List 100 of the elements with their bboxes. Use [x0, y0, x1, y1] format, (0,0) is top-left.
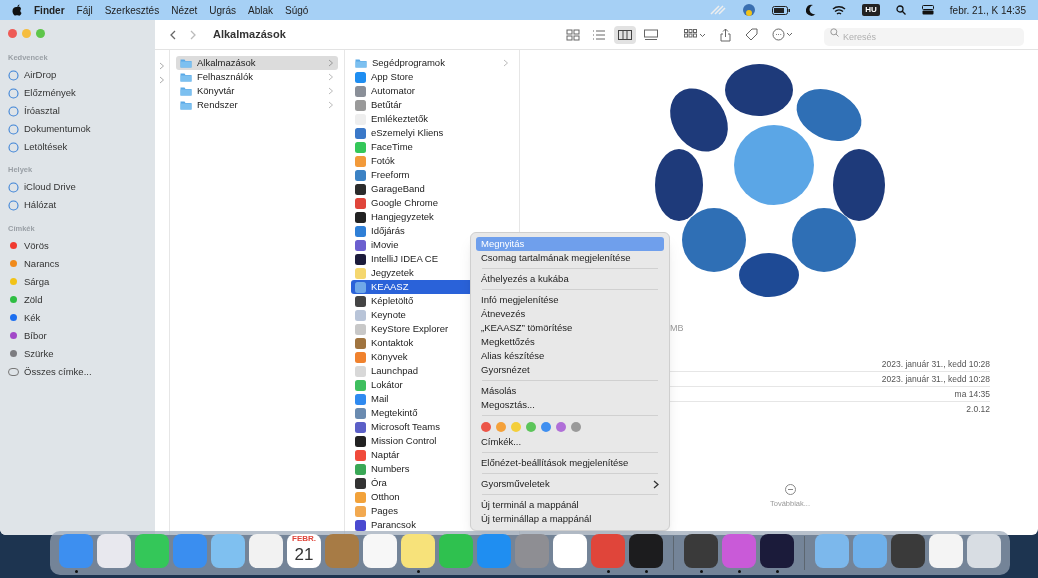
- battery-icon[interactable]: [772, 5, 791, 15]
- file-row[interactable]: Betűtár: [351, 98, 513, 112]
- tag-dot[interactable]: [571, 422, 581, 432]
- tag-dot[interactable]: [481, 422, 491, 432]
- menu-item[interactable]: Nézet: [171, 2, 198, 18]
- chevron-icon: [653, 479, 659, 489]
- sidebar-item[interactable]: Előzmények: [8, 84, 147, 103]
- calendar-icon[interactable]: FEBR. 21: [287, 533, 321, 568]
- app-icon[interactable]: [760, 533, 794, 568]
- info-value: ma 14:35: [954, 387, 990, 401]
- search-icon[interactable]: [895, 5, 906, 15]
- file-row[interactable]: Könyvtár: [176, 84, 338, 98]
- folder-icon: [180, 100, 192, 110]
- more-icon[interactable]: [784, 484, 796, 495]
- list-view-icon: [592, 28, 606, 41]
- apple-logo-icon[interactable]: [12, 4, 22, 16]
- file-row[interactable]: Google Chrome: [351, 196, 513, 210]
- file-row[interactable]: FaceTime: [351, 140, 513, 154]
- sidebar-item[interactable]: Sárga: [8, 272, 147, 291]
- sidebar-item[interactable]: Szürke: [8, 344, 147, 363]
- file-row[interactable]: Microsoft Teams: [351, 420, 513, 434]
- app-icon[interactable]: [629, 533, 663, 568]
- circle-icon: [8, 141, 19, 153]
- file-row[interactable]: App Store: [351, 70, 513, 84]
- menu-item[interactable]: Gyorsnézet: [476, 363, 664, 377]
- folder-icon: [355, 58, 367, 68]
- back-icon[interactable]: [169, 29, 176, 40]
- menu-item[interactable]: Megosztás...: [476, 398, 664, 412]
- column-view-button[interactable]: [614, 25, 636, 44]
- tag-dot[interactable]: [541, 422, 551, 432]
- info-value: 2.0.12: [966, 403, 990, 416]
- sidebar-item[interactable]: Vörös: [8, 236, 147, 255]
- menu-item[interactable]: Új terminál a mappánál: [476, 498, 664, 512]
- menu-item[interactable]: „KEAASZ” tömörítése: [476, 321, 664, 335]
- chevron-icon: [503, 59, 509, 67]
- sidebar-item[interactable]: Narancs: [8, 254, 147, 273]
- folder-icon: [180, 72, 192, 82]
- file-row[interactable]: Emlékeztetők: [351, 112, 513, 126]
- menu-item[interactable]: Csomag tartalmának megjelenítése: [476, 251, 664, 265]
- toggles-icon[interactable]: [921, 5, 934, 15]
- sidebar-item[interactable]: Összes címke...: [8, 362, 147, 381]
- sidebar-item[interactable]: Íróasztal: [8, 102, 147, 121]
- file-row[interactable]: Automator: [351, 84, 513, 98]
- sidebar-item[interactable]: Bíbor: [8, 326, 147, 345]
- sidebar-item[interactable]: AirDrop: [8, 66, 147, 85]
- menu-item[interactable]: Előnézet-beállítások megjelenítése: [476, 456, 664, 470]
- file-row[interactable]: Freeform: [351, 168, 513, 182]
- file-row[interactable]: Segédprogramok: [351, 56, 513, 70]
- tag-dot[interactable]: [511, 422, 521, 432]
- menu-item[interactable]: Új terminállap a mappánál: [476, 512, 664, 526]
- menu-item[interactable]: Ugrás: [209, 2, 236, 18]
- moon-icon[interactable]: [806, 4, 817, 16]
- sidebar-item[interactable]: Dokumentumok: [8, 120, 147, 139]
- folder-icon: [180, 86, 192, 96]
- gallery-view-icon: [644, 28, 658, 41]
- wifi-icon[interactable]: [832, 4, 847, 16]
- tag-dot[interactable]: [526, 422, 536, 432]
- file-row[interactable]: Rendszer: [176, 98, 338, 112]
- app-icon[interactable]: [891, 533, 925, 568]
- circle-icon: [8, 200, 19, 211]
- file-row[interactable]: Hangjegyzetek: [351, 210, 513, 224]
- menu-item[interactable]: Fájl: [76, 2, 93, 18]
- menu-item[interactable]: Gyorsműveletek: [476, 477, 664, 491]
- sidebar-item[interactable]: iCloud Drive: [8, 178, 147, 197]
- search-icon: [830, 27, 839, 37]
- menu-item[interactable]: Ablak: [247, 2, 273, 18]
- sidebar-item[interactable]: Zöld: [8, 290, 147, 309]
- menu-item[interactable]: Finder: [34, 2, 65, 18]
- tag-dot[interactable]: [556, 422, 566, 432]
- input-source-badge[interactable]: HU: [862, 4, 880, 16]
- sidebar-item[interactable]: Hálózat: [8, 196, 147, 215]
- menu-item[interactable]: Alias készítése: [476, 349, 664, 363]
- file-row[interactable]: eSzemelyi Kliens: [351, 126, 513, 140]
- group-icon[interactable]: [684, 28, 706, 41]
- forward-icon[interactable]: [190, 29, 197, 40]
- tag-icon[interactable]: [745, 28, 758, 41]
- file-row[interactable]: Fotók: [351, 154, 513, 168]
- circle-icon: [8, 123, 19, 135]
- menu-item[interactable]: Címkék...: [476, 435, 664, 449]
- menu-item[interactable]: Infó megjelenítése: [476, 293, 664, 307]
- menu-item[interactable]: Megkettőzés: [476, 335, 664, 349]
- menu-item[interactable]: Szerkesztés: [104, 2, 160, 18]
- sidebar-item[interactable]: Letöltések: [8, 138, 147, 157]
- menu-item[interactable]: Súgó: [285, 2, 309, 18]
- sidebar-item[interactable]: Kék: [8, 308, 147, 327]
- menu-item[interactable]: Átnevezés: [476, 307, 664, 321]
- menu-item[interactable]: Másolás: [476, 384, 664, 398]
- more-icon[interactable]: [772, 28, 794, 41]
- file-row[interactable]: Időjárás: [351, 224, 513, 238]
- status-icon[interactable]: [742, 3, 757, 17]
- file-row[interactable]: Alkalmazások: [176, 56, 338, 70]
- share-icon[interactable]: [720, 27, 731, 42]
- column-view-icon: [618, 28, 632, 41]
- circle-icon: [8, 69, 19, 81]
- app-icon[interactable]: [684, 533, 718, 568]
- tag-dot[interactable]: [496, 422, 506, 432]
- file-row[interactable]: GarageBand: [351, 182, 513, 196]
- file-row[interactable]: Felhasználók: [176, 70, 338, 84]
- circle-icon: [8, 105, 19, 117]
- search-field[interactable]: Keresés: [824, 27, 1024, 46]
